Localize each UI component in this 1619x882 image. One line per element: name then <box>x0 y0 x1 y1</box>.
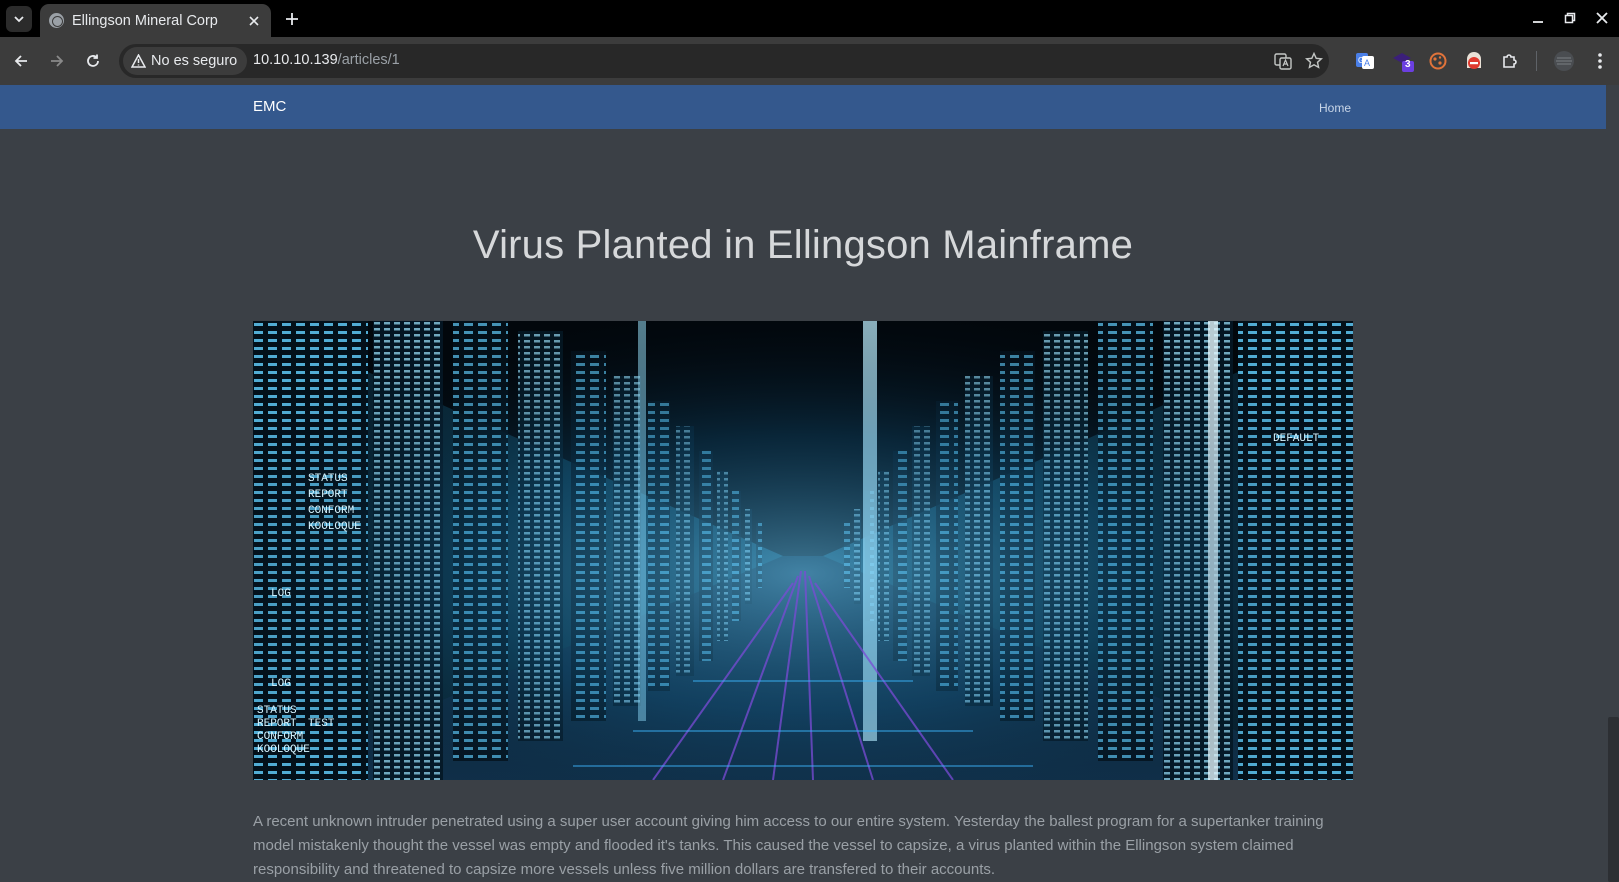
svg-text:LOG: LOG <box>271 588 291 600</box>
new-tab-button[interactable] <box>280 7 304 31</box>
close-window-button[interactable] <box>1590 6 1614 30</box>
globe-icon <box>49 13 64 28</box>
extension-blocker[interactable] <box>1462 49 1486 73</box>
close-icon <box>1596 12 1608 24</box>
browser-toolbar: No es seguro 10.10.10.139/articles/1 AG … <box>0 37 1619 85</box>
reload-icon <box>87 54 99 67</box>
hat-extension-icon <box>1393 53 1414 72</box>
svg-text:DEFAULT: DEFAULT <box>1273 433 1320 445</box>
extensions-menu-button[interactable] <box>1498 49 1522 73</box>
article-title: Virus Planted in Ellingson Mainframe <box>472 223 1134 267</box>
translate-button[interactable] <box>1271 49 1295 73</box>
scrollbar-thumb[interactable] <box>1608 717 1619 882</box>
back-button[interactable] <box>9 49 33 73</box>
url-path: /articles/1 <box>337 52 400 68</box>
extension-badge-app[interactable]: 3 <box>1391 49 1415 73</box>
svg-text:REPORT: REPORT <box>257 718 297 730</box>
mainframe-corridor-illustration: STATUS REPORT CONFORM KOOLOQUE STATUS RE… <box>253 321 1353 780</box>
svg-text:A: A <box>1364 58 1370 68</box>
arrow-left-icon <box>14 55 27 67</box>
site-navbar: EMC Home <box>0 85 1606 129</box>
forward-button[interactable] <box>45 49 69 73</box>
svg-text:CONFORM: CONFORM <box>308 505 354 517</box>
svg-text:CONFORM: CONFORM <box>257 731 303 743</box>
star-icon <box>1305 52 1323 69</box>
nav-link-home[interactable]: Home <box>1319 101 1351 115</box>
extension-cookie[interactable] <box>1426 49 1450 73</box>
blocker-extension-icon <box>1467 52 1481 69</box>
profile-button[interactable] <box>1552 49 1576 73</box>
restore-button[interactable] <box>1558 6 1582 30</box>
toolbar-divider <box>1536 51 1537 71</box>
restore-icon <box>1564 12 1576 24</box>
close-icon <box>249 15 259 26</box>
svg-text:STATUS: STATUS <box>257 705 297 717</box>
puzzle-icon <box>1503 54 1517 68</box>
address-bar[interactable]: No es seguro 10.10.10.139/articles/1 <box>119 44 1329 78</box>
reload-button[interactable] <box>81 49 105 73</box>
security-label: No es seguro <box>151 53 238 69</box>
svg-text:KOOLOQUE: KOOLOQUE <box>308 521 361 533</box>
chevron-down-icon <box>14 16 24 23</box>
tab-title: Ellingson Mineral Corp <box>72 12 218 29</box>
security-indicator[interactable]: No es seguro <box>123 47 248 75</box>
bookmark-button[interactable] <box>1302 49 1326 73</box>
plus-icon <box>286 13 298 25</box>
url-host: 10.10.10.139 <box>253 52 338 68</box>
avatar-icon <box>1554 51 1574 71</box>
svg-text:REPORT: REPORT <box>308 489 348 501</box>
site-brand[interactable]: EMC <box>253 98 286 115</box>
article-body: A recent unknown intruder penetrated usi… <box>253 813 1324 878</box>
browser-tab[interactable]: Ellingson Mineral Corp <box>40 4 271 37</box>
svg-text:KOOLOQUE: KOOLOQUE <box>257 744 310 756</box>
url-text[interactable]: 10.10.10.139/articles/1 <box>253 52 400 68</box>
browser-menu-button[interactable] <box>1588 49 1612 73</box>
cookie-icon <box>1429 52 1447 70</box>
minimize-icon <box>1533 21 1543 23</box>
kebab-menu-icon <box>1598 53 1602 69</box>
svg-text:TEST: TEST <box>308 718 335 730</box>
article-hero-image: STATUS REPORT CONFORM KOOLOQUE STATUS RE… <box>253 321 1353 780</box>
translate-icon <box>1274 53 1292 70</box>
warning-icon <box>131 54 146 68</box>
tab-search-button[interactable] <box>6 6 32 32</box>
tab-close-button[interactable] <box>244 11 264 31</box>
image-text-status: STATUS <box>308 473 348 485</box>
svg-text:LOG: LOG <box>271 678 291 690</box>
minimize-button[interactable] <box>1526 6 1550 30</box>
arrow-right-icon <box>51 55 64 67</box>
extension-badge-count: 3 <box>1405 59 1411 70</box>
browser-tabstrip: Ellingson Mineral Corp <box>0 0 1619 37</box>
extension-translate[interactable]: AG <box>1353 49 1377 73</box>
svg-text:G: G <box>1358 56 1364 65</box>
translate-extension-icon: AG <box>1356 53 1374 69</box>
page-viewport: EMC Home Virus Planted in Ellingson Main… <box>0 85 1619 882</box>
